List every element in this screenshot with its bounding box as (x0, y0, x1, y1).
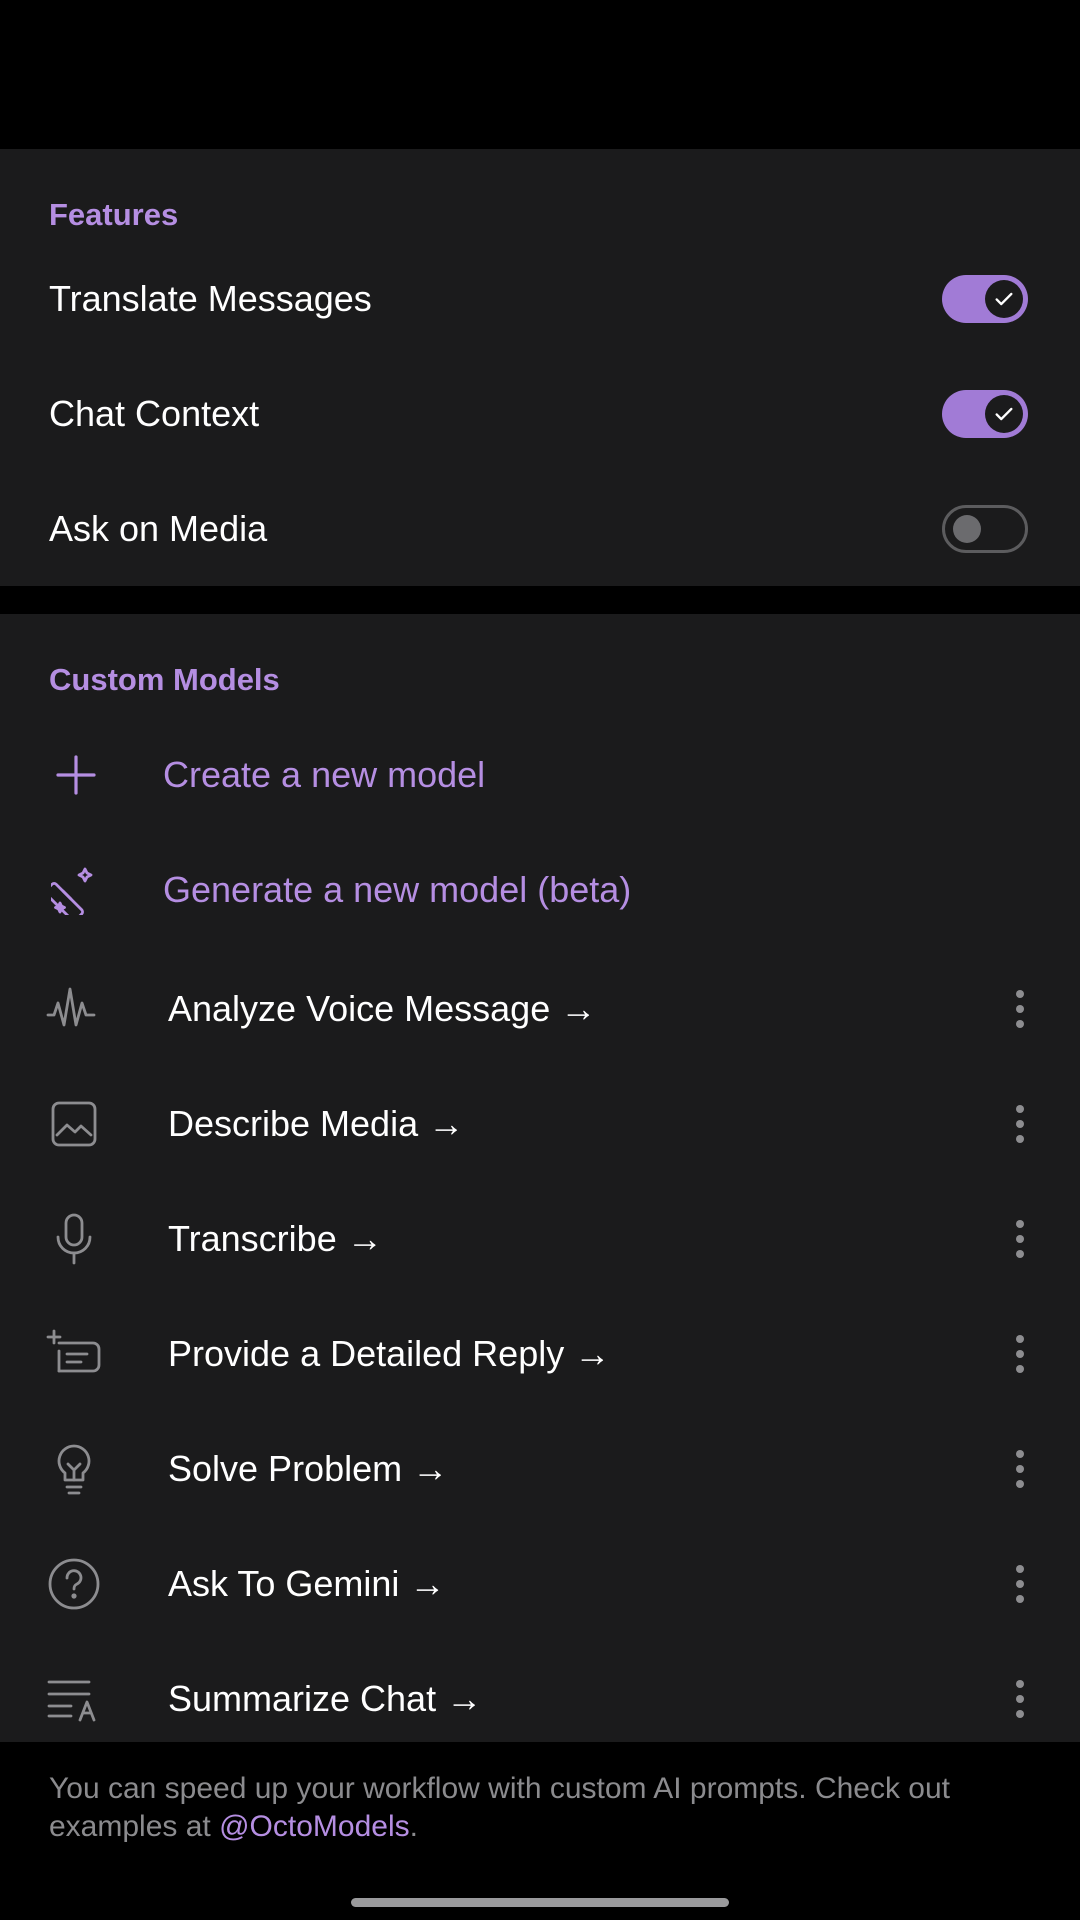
toggle-knob (985, 394, 1023, 433)
model-row-ask-to-gemini[interactable]: Ask To Gemini → (0, 1526, 1080, 1641)
lightbulb-icon (45, 1440, 103, 1498)
question-circle-icon (45, 1555, 103, 1613)
more-options-icon[interactable] (1000, 1324, 1040, 1384)
more-options-icon[interactable] (1000, 979, 1040, 1039)
feature-row-translate-messages[interactable]: Translate Messages (0, 241, 1080, 356)
toggle-knob (985, 279, 1023, 318)
custom-models-title: Custom Models (49, 662, 280, 697)
more-options-icon[interactable] (1000, 1209, 1040, 1269)
ask-on-media-toggle[interactable] (942, 504, 1028, 553)
features-title: Features (49, 197, 179, 232)
model-label: Describe Media → (168, 1102, 465, 1144)
more-options-icon[interactable] (1000, 1094, 1040, 1154)
generate-new-model-button[interactable]: Generate a new model (beta) (0, 832, 1080, 947)
footer: You can speed up your workflow with cust… (0, 1742, 1080, 1884)
reply-text-icon (45, 1325, 103, 1383)
feature-label: Translate Messages (49, 277, 372, 319)
custom-models-card: Custom Models Create a new model Generat… (0, 614, 1080, 1742)
model-row-summarize-chat[interactable]: Summarize Chat → (0, 1641, 1080, 1756)
model-label: Transcribe → (168, 1217, 383, 1259)
model-row-solve-problem[interactable]: Solve Problem → (0, 1411, 1080, 1526)
create-new-model-button[interactable]: Create a new model (0, 717, 1080, 832)
octomodels-link[interactable]: @OctoModels (219, 1810, 410, 1843)
create-new-model-label: Create a new model (163, 753, 486, 795)
model-row-transcribe[interactable]: Transcribe → (0, 1181, 1080, 1296)
feature-label: Chat Context (49, 392, 260, 434)
waveform-icon (45, 980, 103, 1038)
plus-icon (48, 747, 104, 803)
generate-new-model-label: Generate a new model (beta) (163, 868, 632, 910)
feature-row-ask-on-media[interactable]: Ask on Media (0, 471, 1080, 586)
model-label: Summarize Chat → (168, 1677, 483, 1719)
footer-text: You can speed up your workflow with cust… (49, 1770, 1049, 1846)
features-card: Features Translate Messages Chat Context… (0, 149, 1080, 586)
summarize-text-icon (45, 1670, 103, 1728)
footer-description: You can speed up your workflow with cust… (49, 1772, 951, 1843)
model-row-describe-media[interactable]: Describe Media → (0, 1066, 1080, 1181)
home-indicator[interactable] (351, 1898, 729, 1907)
microphone-icon (45, 1210, 103, 1268)
model-label: Ask To Gemini → (168, 1562, 446, 1604)
model-label: Provide a Detailed Reply → (168, 1332, 611, 1374)
translate-messages-toggle[interactable] (942, 274, 1028, 323)
section-divider (0, 586, 1080, 614)
feature-label: Ask on Media (49, 507, 268, 549)
more-options-icon[interactable] (1000, 1554, 1040, 1614)
more-options-icon[interactable] (1000, 1669, 1040, 1729)
check-icon (995, 407, 1013, 420)
status-bar (0, 0, 1080, 149)
feature-row-chat-context[interactable]: Chat Context (0, 356, 1080, 471)
model-label: Analyze Voice Message → (168, 987, 597, 1029)
image-icon (45, 1095, 103, 1153)
model-label: Solve Problem → (168, 1447, 449, 1489)
footer-suffix: . (409, 1810, 418, 1843)
more-options-icon[interactable] (1000, 1439, 1040, 1499)
model-row-analyze-voice-message[interactable]: Analyze Voice Message → (0, 951, 1080, 1066)
magic-wand-icon (48, 862, 104, 918)
check-icon (995, 292, 1013, 305)
toggle-knob (953, 514, 981, 543)
model-row-provide-detailed-reply[interactable]: Provide a Detailed Reply → (0, 1296, 1080, 1411)
chat-context-toggle[interactable] (942, 389, 1028, 438)
